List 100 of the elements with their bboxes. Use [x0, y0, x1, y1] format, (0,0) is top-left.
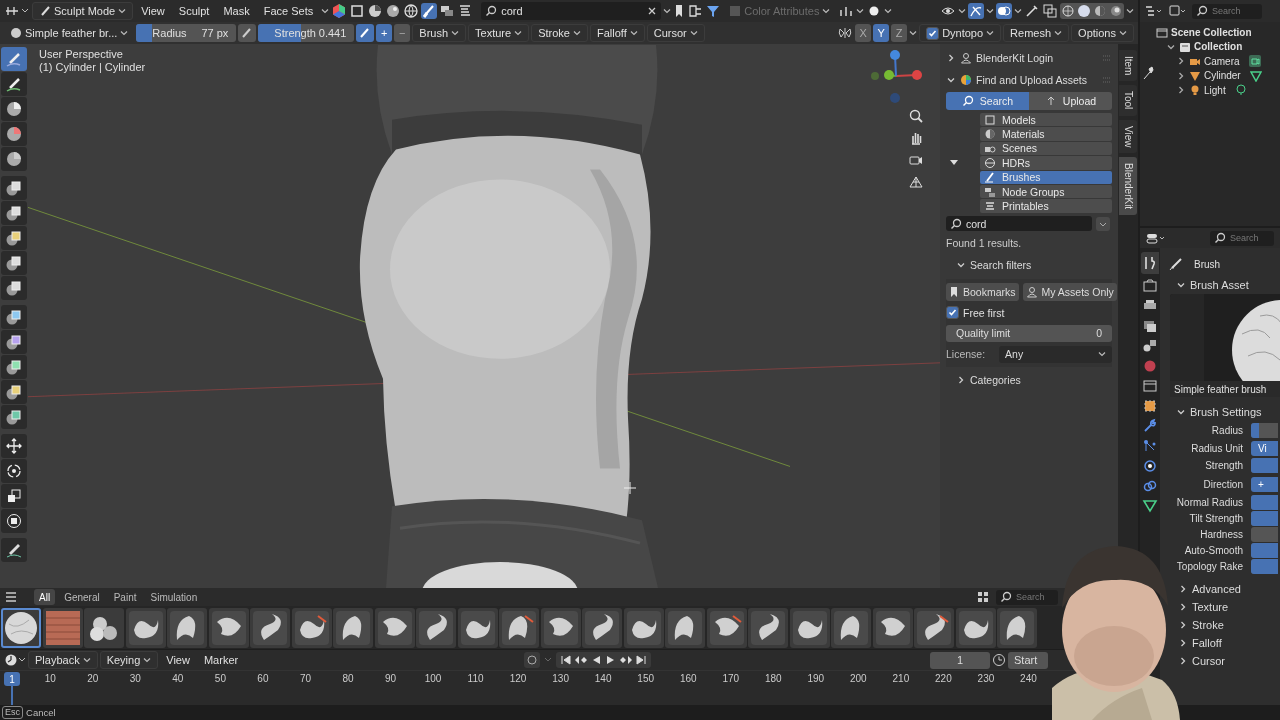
category-item[interactable]: HDRs	[980, 156, 1112, 170]
license-dropdown[interactable]: Any	[999, 345, 1112, 363]
shelf-tab[interactable]: Simulation	[145, 589, 203, 605]
sidebar-tab[interactable]: Tool	[1119, 85, 1137, 116]
search-field[interactable]: cord	[481, 2, 662, 20]
setting-label: Radius Unit	[1190, 442, 1243, 454]
key-cap: Esc	[2, 706, 23, 719]
search-field[interactable]: Search	[996, 589, 1058, 605]
panel-title[interactable]: Find and Upload Assets	[976, 73, 1098, 86]
frame-number: 160	[678, 673, 698, 684]
shelf-tab[interactable]: General	[59, 589, 105, 605]
settings-dropdown[interactable]: Cursor	[646, 24, 705, 42]
start-field[interactable]: Start	[1008, 651, 1048, 669]
value-slider[interactable]: Radius 77 px	[136, 24, 237, 42]
search-input[interactable]: Search	[1230, 233, 1270, 243]
mode-tab[interactable]: Upload	[1029, 92, 1112, 110]
object-label: (1) Cylinder | Cylinder	[39, 61, 147, 74]
frame-number: 90	[383, 673, 398, 684]
direction-toggle[interactable]: +	[1251, 477, 1278, 492]
search-input[interactable]: cord	[966, 217, 1088, 230]
outliner-item[interactable]: Scene Collection	[1171, 26, 1252, 38]
shelf-tab[interactable]: All	[34, 589, 56, 605]
frame-number: 20	[86, 673, 100, 684]
header-menu[interactable]: Sculpt	[172, 2, 216, 20]
field-label: License:	[946, 348, 986, 361]
panel-title[interactable]: Brush Asset	[1190, 279, 1280, 291]
dyntopo-dropdown[interactable]: Dyntopo	[919, 24, 1002, 42]
section-title[interactable]: Search filters	[970, 258, 1112, 271]
setting-label: Auto-Smooth	[1183, 544, 1243, 556]
settings-dropdown[interactable]: Brush	[412, 24, 467, 42]
playhead[interactable]: 1	[4, 672, 20, 686]
frame-number: 140	[593, 673, 613, 684]
category-item[interactable]: Scenes	[980, 141, 1112, 156]
my-assets-button[interactable]: My Assets Only	[1022, 282, 1117, 301]
search-input[interactable]: cord	[501, 5, 644, 17]
frame-number: 110	[466, 673, 485, 684]
category-item[interactable]: Brushes	[980, 170, 1112, 184]
frame-number: 130	[551, 673, 570, 684]
frame-number: 70	[298, 673, 312, 684]
section-title[interactable]: Categories	[970, 373, 1112, 386]
frame-number: 30	[128, 673, 142, 684]
outliner-item[interactable]: Collection	[1194, 41, 1243, 53]
sidebar-tab[interactable]: Item	[1119, 50, 1137, 82]
setting-label: Topology Rake	[1175, 560, 1243, 572]
outliner-item[interactable]: Light	[1204, 84, 1226, 96]
timeline-menu[interactable]: View	[160, 651, 196, 669]
panel-title[interactable]: Brush Settings	[1190, 406, 1280, 418]
axis-toggle[interactable]: Y	[873, 24, 890, 42]
timeline-menu[interactable]: Playback	[28, 651, 98, 669]
settings-dropdown[interactable]: Texture	[468, 24, 530, 42]
frame-number: 60	[256, 673, 270, 684]
category-item[interactable]: Materials	[980, 127, 1112, 141]
checkbox-label: Free first	[963, 306, 1005, 319]
section-title[interactable]: Stroke	[1192, 619, 1280, 631]
settings-dropdown[interactable]: Stroke	[531, 24, 588, 42]
category-item[interactable]: Node Groups	[980, 184, 1112, 199]
timeline-menu[interactable]: Keying	[99, 651, 159, 669]
settings-dropdown[interactable]: Options	[1071, 24, 1134, 42]
frame-number: 200	[849, 673, 868, 684]
mode-tab[interactable]: Search	[946, 92, 1029, 110]
outliner-item[interactable]: Cylinder	[1204, 70, 1241, 82]
search-field[interactable]: Search	[1192, 3, 1262, 19]
category-item[interactable]: Models	[980, 113, 1112, 127]
frame-number: 80	[341, 673, 355, 684]
search-field[interactable]: cord	[946, 216, 1092, 232]
frame-number: 180	[763, 673, 783, 684]
setting-label: Normal Radius	[1175, 496, 1243, 508]
search-input[interactable]: Search	[1212, 6, 1258, 16]
bookmarks-button[interactable]: Bookmarks	[946, 282, 1019, 301]
frame-number: 210	[891, 673, 911, 684]
section-title[interactable]: Advanced	[1192, 583, 1280, 595]
frame-number: 100	[423, 673, 443, 684]
section-title[interactable]: Falloff	[1192, 637, 1280, 649]
search-field[interactable]: Search	[1210, 230, 1274, 246]
results-text: Found 1 results.	[946, 236, 1022, 249]
frame-number: 10	[43, 673, 57, 684]
sidebar-tab[interactable]: View	[1119, 119, 1137, 154]
settings-dropdown[interactable]: Remesh	[1003, 24, 1070, 42]
settings-dropdown[interactable]: Falloff	[589, 24, 645, 42]
header-menu[interactable]: Mask	[217, 2, 256, 20]
panel-title[interactable]: BlenderKit Login	[976, 51, 1098, 64]
unit-toggle[interactable]: Vi	[1251, 440, 1278, 456]
preset-dropdown[interactable]: Simple feather br...	[4, 24, 135, 42]
category-item[interactable]: Printables	[980, 199, 1112, 213]
header-menu[interactable]: Face Sets	[257, 2, 320, 20]
section-title[interactable]: Texture	[1192, 601, 1280, 613]
search-input[interactable]: Search	[1016, 592, 1054, 602]
quality-field[interactable]: Quality limit 0	[946, 324, 1112, 342]
outliner-item[interactable]: Camera	[1204, 55, 1240, 67]
mode-dropdown[interactable]: Sculpt Mode	[32, 2, 134, 20]
frame-number: 40	[171, 673, 185, 684]
setting-label: Strength	[1204, 460, 1243, 471]
shelf-tab[interactable]: Paint	[108, 589, 142, 605]
sidebar-tab[interactable]: BlenderKit	[1119, 157, 1137, 216]
header-menu[interactable]: View	[135, 2, 171, 20]
direction-toggle[interactable]: +	[376, 24, 393, 42]
frame-number: 50	[213, 673, 227, 684]
timeline-menu[interactable]: Marker	[197, 651, 245, 669]
frame-field[interactable]: 1	[930, 651, 990, 669]
section-title[interactable]: Cursor	[1192, 655, 1280, 667]
